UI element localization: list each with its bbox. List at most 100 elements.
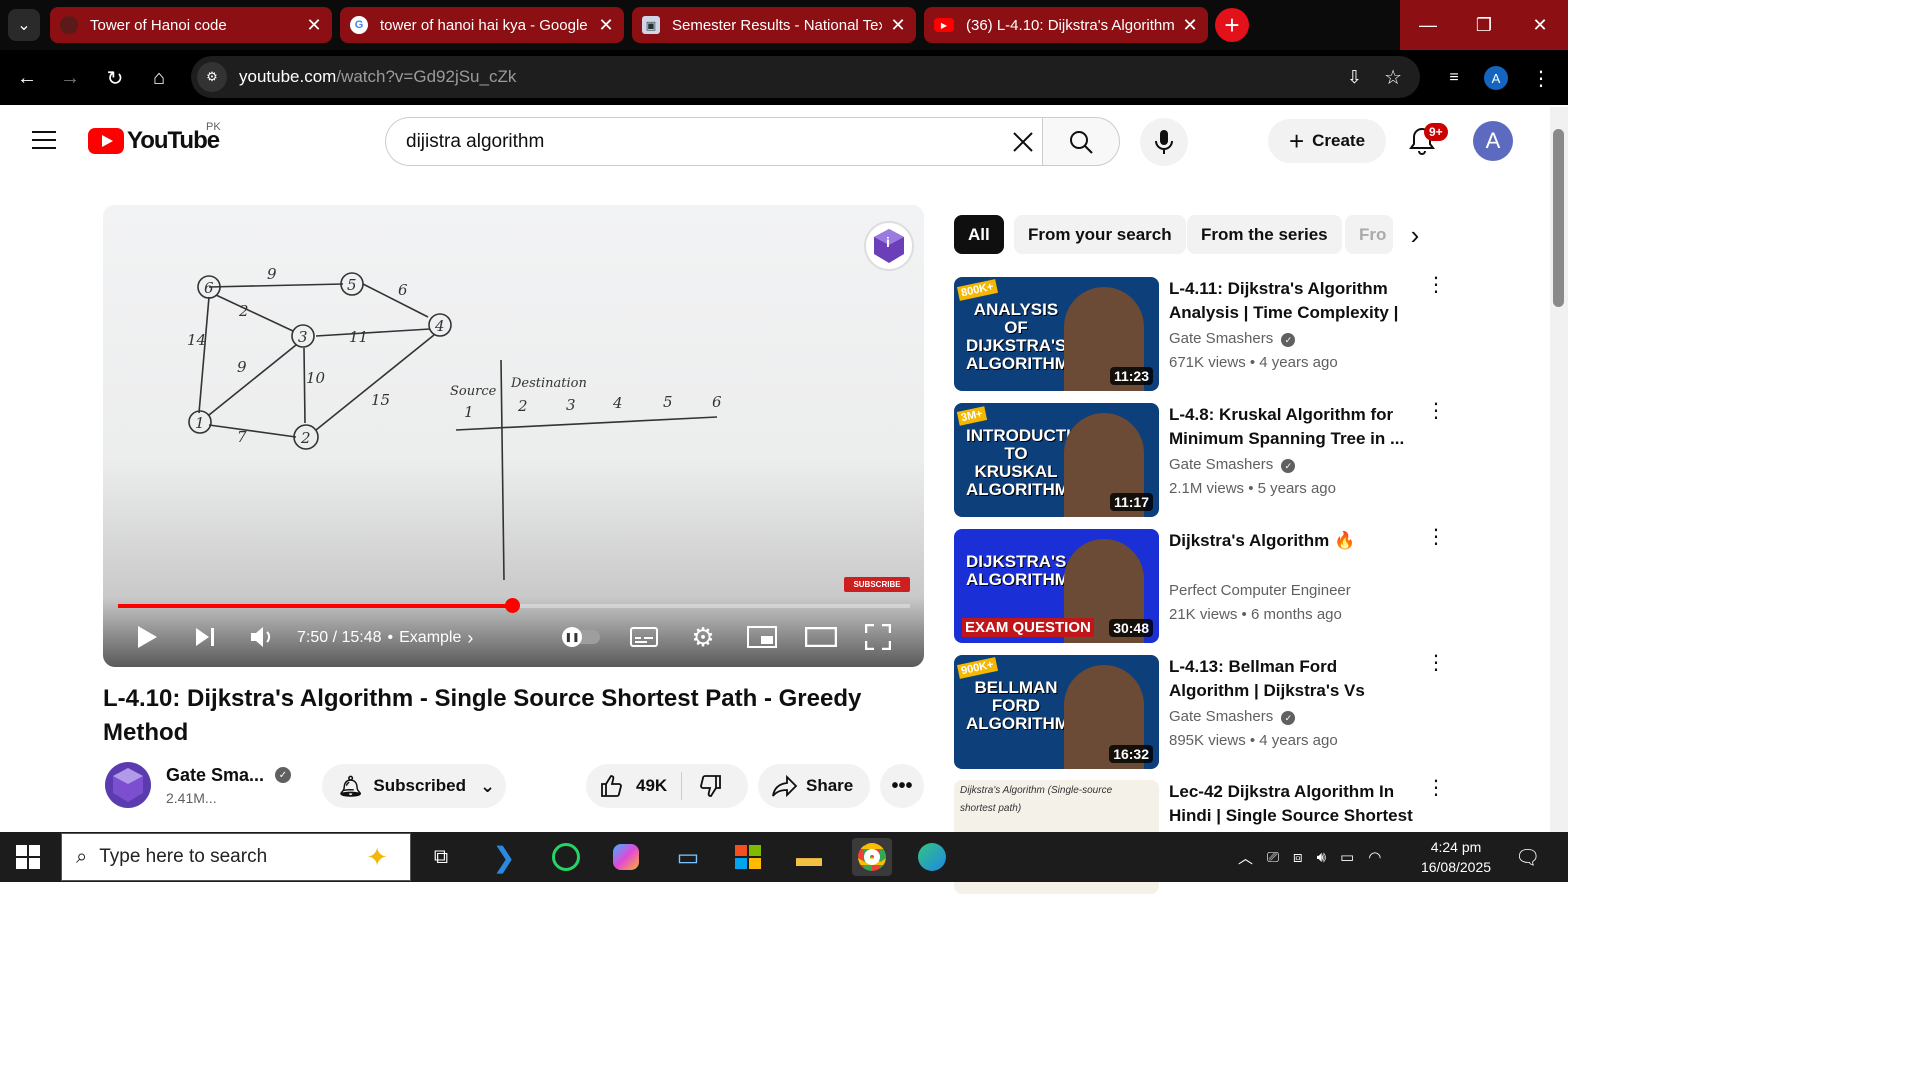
recommendation-thumbnail[interactable]: BELLMAN FORD ALGORITHM 900K+ 16:32 xyxy=(954,655,1159,769)
settings-button[interactable]: ⚙ xyxy=(688,622,718,652)
channel-avatar[interactable] xyxy=(105,762,151,808)
recommendation-channel[interactable]: Gate Smashers ✓ xyxy=(1169,708,1296,725)
tab-search-button[interactable]: ⌄ xyxy=(8,9,40,41)
play-button[interactable] xyxy=(133,623,161,651)
notification-center-icon[interactable]: 🗨︎ xyxy=(1515,832,1540,882)
close-tab-icon[interactable]: ✕ xyxy=(1182,15,1198,36)
wifi-icon[interactable]: ◠ xyxy=(1368,848,1381,866)
recommendation-title[interactable]: Dijkstra's Algorithm 🔥 xyxy=(1169,529,1414,553)
home-button[interactable]: ⌂ xyxy=(145,64,173,92)
subscribe-watermark[interactable]: SUBSCRIBE xyxy=(844,577,910,592)
recommendation-title[interactable]: L-4.13: Bellman Ford Algorithm | Dijkstr… xyxy=(1169,655,1414,703)
install-app-icon[interactable]: ⇩ xyxy=(1347,67,1362,88)
chip-all[interactable]: All xyxy=(954,215,1004,254)
recommendation-channel[interactable]: Perfect Computer Engineer xyxy=(1169,582,1351,599)
recommendation-item[interactable]: BELLMAN FORD ALGORITHM 900K+ 16:32 L-4.13: … xyxy=(954,653,1446,769)
recommendation-channel[interactable]: Gate Smashers ✓ xyxy=(1169,330,1296,347)
autoplay-toggle[interactable]: ❚❚ xyxy=(561,626,603,648)
more-vertical-icon[interactable]: ⋮ xyxy=(1426,778,1446,798)
scrollbar-thumb[interactable] xyxy=(1553,129,1564,307)
page-scrollbar[interactable] xyxy=(1550,107,1568,832)
recommendation-thumbnail[interactable]: INTRODUCTION TO KRUSKAL ALGORITHM 3M+ 11:1… xyxy=(954,403,1159,517)
edge-icon[interactable] xyxy=(912,838,952,876)
clear-search-icon[interactable] xyxy=(1009,128,1037,156)
create-button[interactable]: + Create xyxy=(1268,119,1386,163)
file-explorer-icon[interactable]: ▬ xyxy=(789,838,829,876)
reload-button[interactable]: ↻ xyxy=(101,64,129,92)
more-vertical-icon[interactable]: ⋮ xyxy=(1426,527,1446,547)
more-vertical-icon[interactable]: ⋮ xyxy=(1426,653,1446,673)
taskbar-search[interactable]: ⌕ Type here to search ✦ xyxy=(61,833,411,881)
network-share-icon[interactable]: ⧈ xyxy=(1293,849,1303,866)
recommendation-title[interactable]: L-4.8: Kruskal Algorithm for Minimum Spa… xyxy=(1169,403,1414,451)
new-tab-button[interactable]: + xyxy=(1215,8,1249,42)
next-video-button[interactable] xyxy=(191,623,219,651)
laptop-app-icon[interactable]: ▭ xyxy=(668,838,708,876)
battery-icon[interactable]: ▭ xyxy=(1340,848,1354,866)
more-actions-button[interactable]: ••• xyxy=(880,764,924,808)
chip-from-your-search[interactable]: From your search xyxy=(1014,215,1186,254)
youtube-logo[interactable]: YouTube PK xyxy=(88,121,221,155)
tab-semester-results[interactable]: ▣ Semester Results - National Tex ✕ xyxy=(632,7,916,43)
dislike-button[interactable] xyxy=(698,774,722,798)
forward-button[interactable]: → xyxy=(56,64,84,92)
search-button[interactable] xyxy=(1042,117,1120,166)
speaker-icon[interactable]: 🔊︎ xyxy=(1317,849,1326,866)
profile-avatar[interactable]: A xyxy=(1484,66,1508,90)
menu-hamburger-icon[interactable] xyxy=(32,131,56,151)
back-button[interactable]: ← xyxy=(13,64,41,92)
address-bar[interactable]: ⚙ youtube.com/watch?v=Gd92jSu_cZk ⇩ ☆ xyxy=(191,56,1420,98)
windows-start-icon[interactable] xyxy=(16,845,40,869)
search-input[interactable]: dijistra algorithm xyxy=(406,131,544,153)
subtitles-button[interactable] xyxy=(629,623,659,651)
whatsapp-icon[interactable] xyxy=(546,838,586,876)
vscode-icon[interactable]: ❯ xyxy=(484,838,524,876)
restore-button[interactable]: ❐ xyxy=(1456,0,1512,50)
channel-name[interactable]: Gate Sma... xyxy=(166,765,264,786)
chevron-up-icon[interactable]: ︿ xyxy=(1238,847,1253,868)
site-info-icon[interactable]: ⚙ xyxy=(197,62,227,92)
close-window-button[interactable]: ✕ xyxy=(1512,0,1568,50)
chip-from-the-series[interactable]: From the series xyxy=(1187,215,1342,254)
copilot-icon[interactable] xyxy=(606,838,646,876)
fullscreen-button[interactable] xyxy=(863,623,893,651)
recommendation-channel[interactable]: Gate Smashers ✓ xyxy=(1169,456,1296,473)
chapter-title[interactable]: Example xyxy=(399,629,461,647)
search-box[interactable]: dijistra algorithm xyxy=(385,117,1043,166)
progress-bar[interactable] xyxy=(118,598,910,613)
recommendation-item[interactable]: DIJKSTRA'S ALGORITHM EXAM QUESTION 30:48 Di… xyxy=(954,527,1446,643)
recommendation-item[interactable]: ANALYSIS OF DIJKSTRA'S ALGORITHM 800K+ 11:… xyxy=(954,275,1446,391)
subscribed-button[interactable]: 🔔︎ Subscribed ⌄ xyxy=(322,764,506,808)
progress-scrubber[interactable] xyxy=(505,598,520,613)
more-vertical-icon[interactable]: ⋮ xyxy=(1426,401,1446,421)
account-avatar[interactable]: A xyxy=(1473,121,1513,161)
share-button[interactable]: Share xyxy=(758,764,870,808)
microsoft-store-icon[interactable] xyxy=(728,838,768,876)
recommendation-item[interactable]: INTRODUCTION TO KRUSKAL ALGORITHM 3M+ 11:1… xyxy=(954,401,1446,517)
more-vertical-icon[interactable]: ⋮ xyxy=(1426,275,1446,295)
recommendation-thumbnail[interactable]: DIJKSTRA'S ALGORITHM EXAM QUESTION 30:48 xyxy=(954,529,1159,643)
close-tab-icon[interactable]: ✕ xyxy=(890,15,906,36)
voice-search-button[interactable] xyxy=(1140,118,1188,166)
miniplayer-button[interactable] xyxy=(746,623,778,651)
tab-tower-of-hanoi-code[interactable]: Tower of Hanoi code ✕ xyxy=(50,7,332,43)
theater-mode-button[interactable] xyxy=(804,623,838,651)
bookmark-star-icon[interactable]: ☆ xyxy=(1384,65,1402,90)
chips-next-arrow-icon[interactable]: › xyxy=(1400,220,1430,250)
minimize-button[interactable]: — xyxy=(1400,0,1456,50)
tab-youtube-dijkstra[interactable]: ▶ (36) L-4.10: Dijkstra's Algorithm ✕ xyxy=(924,7,1208,43)
close-tab-icon[interactable]: ✕ xyxy=(598,15,614,36)
like-button[interactable]: 49K xyxy=(600,774,667,798)
volume-button[interactable] xyxy=(247,623,277,651)
tab-google-search[interactable]: G tower of hanoi hai kya - Google ✕ xyxy=(340,7,624,43)
recommendation-title[interactable]: Lec-42 Dijkstra Algorithm In Hindi | Sin… xyxy=(1169,780,1414,828)
chrome-icon[interactable] xyxy=(852,838,892,876)
task-view-icon[interactable]: ⧉ xyxy=(421,838,461,876)
browser-menu-icon[interactable]: ⋮ xyxy=(1527,64,1555,92)
clock[interactable]: 4:24 pm 16/08/2025 xyxy=(1418,832,1494,882)
recommendation-title[interactable]: L-4.11: Dijkstra's Algorithm Analysis | … xyxy=(1169,277,1414,325)
video-player[interactable]: 6534 12 9 6 2 14 11 9 10 15 7 Source Destination… xyxy=(103,205,924,667)
meet-now-icon[interactable]: ⎚ xyxy=(1267,849,1279,866)
close-tab-icon[interactable]: ✕ xyxy=(306,15,322,36)
media-controls-icon[interactable]: ≡ xyxy=(1440,64,1468,92)
